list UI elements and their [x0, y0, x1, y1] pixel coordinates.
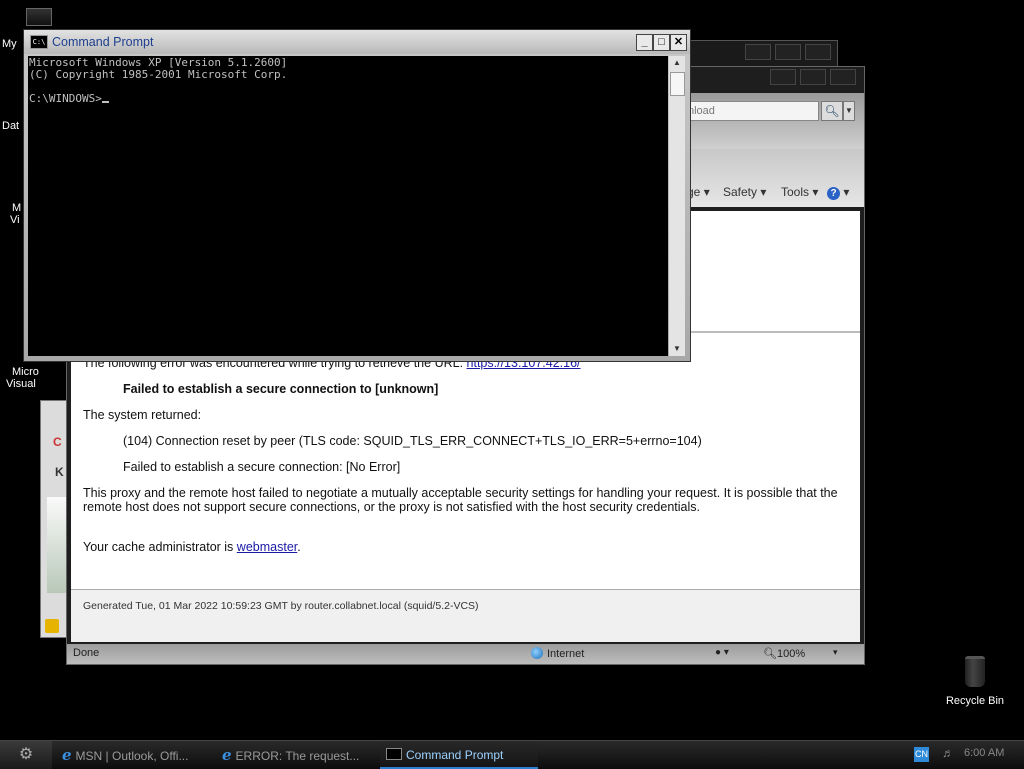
minimize-icon[interactable] — [745, 44, 771, 60]
search-icon[interactable]: 🔍︎ — [821, 101, 843, 121]
cmd-icon — [386, 748, 402, 760]
maximize-button[interactable]: □ — [653, 34, 670, 51]
ie-icon: e — [62, 746, 72, 764]
partial-text-red: C — [53, 435, 62, 449]
error-description: This proxy and the remote host failed to… — [83, 486, 838, 514]
admin-line: Your cache administrator is webmaster. — [83, 540, 301, 554]
desktop-icon-label-visual[interactable]: Visual — [6, 378, 36, 390]
desktop-icon-top[interactable] — [26, 8, 52, 26]
desktop-icon-label-micro[interactable]: Micro — [12, 366, 39, 378]
help-icon: ? — [827, 187, 840, 200]
zoom-control[interactable]: 🔍︎100% — [763, 647, 805, 660]
start-button[interactable]: ⚙ — [0, 741, 52, 769]
close-icon[interactable] — [805, 44, 831, 60]
system-returned-label: The system returned: — [83, 408, 202, 422]
recycle-bin-label: Recycle Bin — [945, 695, 1005, 707]
error-heading: Failed to establish a secure connection … — [123, 382, 439, 396]
security-zone[interactable]: Internet — [531, 647, 584, 660]
cmd-window-title: Command Prompt — [52, 35, 154, 49]
generated-footer-text: Generated Tue, 01 Mar 2022 10:59:23 GMT … — [83, 600, 479, 612]
close-button[interactable]: ✕ — [670, 34, 687, 51]
protected-mode-icon[interactable]: ● ▾ — [715, 647, 729, 658]
system-tray: CN ♬ 6:00 AM — [910, 741, 1024, 769]
task-command-prompt[interactable]: Command Prompt — [380, 743, 538, 769]
ie-search-input[interactable]: nload — [683, 101, 819, 121]
scroll-thumb[interactable] — [670, 72, 685, 96]
menu-tools[interactable]: Tools ▾ — [781, 185, 818, 199]
secure-connection-error: Failed to establish a secure connection:… — [123, 460, 401, 474]
ie-status-bar: Done Internet ● ▾ 🔍︎100% ▾ — [67, 644, 864, 664]
background-window-1[interactable] — [690, 40, 838, 68]
text-cursor — [101, 101, 109, 103]
partial-text-k: K — [55, 465, 64, 479]
scroll-up-icon[interactable]: ▲ — [669, 56, 685, 70]
minimize-button[interactable]: _ — [636, 34, 653, 51]
menu-safety[interactable]: Safety ▾ — [723, 185, 766, 199]
window-controls — [745, 44, 831, 60]
system-error-code: (104) Connection reset by peer (TLS code… — [123, 434, 702, 448]
warning-icon — [45, 619, 59, 633]
cmd-title-bar[interactable]: C:\ Command Prompt _ □ ✕ — [24, 30, 690, 54]
desktop-icon-label-vi[interactable]: Vi — [10, 214, 20, 226]
task-ie-error[interactable]: e ERROR: The request... — [222, 743, 372, 767]
console-line-3 — [29, 81, 668, 93]
console-line-2: (C) Copyright 1985-2001 Microsoft Corp. — [29, 68, 288, 81]
recycle-bin[interactable]: Recycle Bin — [938, 656, 1012, 707]
minimize-icon[interactable] — [770, 69, 796, 85]
taskbar: ⚙ e MSN | Outlook, Offi... e ERROR: The re… — [0, 740, 1024, 769]
console-prompt: C:\WINDOWS> — [29, 93, 668, 105]
ie-icon: e — [222, 746, 232, 764]
cmd-icon: C:\ — [30, 35, 48, 49]
zoom-chevron-icon[interactable]: ▾ — [833, 647, 838, 658]
scroll-down-icon[interactable]: ▼ — [669, 342, 685, 356]
language-indicator[interactable]: CN — [914, 747, 929, 762]
close-icon[interactable] — [830, 69, 856, 85]
console-output[interactable]: Microsoft Windows XP [Version 5.1.2600](… — [28, 56, 668, 356]
command-prompt-window[interactable]: C:\ Command Prompt _ □ ✕ Microsoft Windo… — [23, 29, 691, 362]
desktop-icon-label-dat[interactable]: Dat — [2, 120, 19, 132]
desktop-icon-label-m[interactable]: M — [12, 202, 21, 214]
maximize-icon[interactable] — [800, 69, 826, 85]
volume-icon[interactable]: ♬ — [942, 746, 954, 760]
chevron-down-icon[interactable]: ▼ — [843, 101, 855, 121]
page-footer: Generated Tue, 01 Mar 2022 10:59:23 GMT … — [71, 589, 860, 642]
maximize-icon[interactable] — [775, 44, 801, 60]
ie-window-controls — [770, 69, 856, 85]
webmaster-link[interactable]: webmaster — [237, 540, 297, 554]
task-msn[interactable]: e MSN | Outlook, Offi... — [62, 743, 212, 767]
cmd-scrollbar[interactable]: ▲ ▼ — [669, 56, 685, 356]
globe-icon — [531, 647, 543, 659]
clock[interactable]: 6:00 AM — [964, 747, 1004, 759]
help-button[interactable]: ? ▾ — [827, 185, 849, 200]
recycle-bin-icon — [965, 656, 985, 687]
desktop-icon-label-my[interactable]: My — [2, 38, 17, 50]
status-text: Done — [73, 647, 100, 659]
